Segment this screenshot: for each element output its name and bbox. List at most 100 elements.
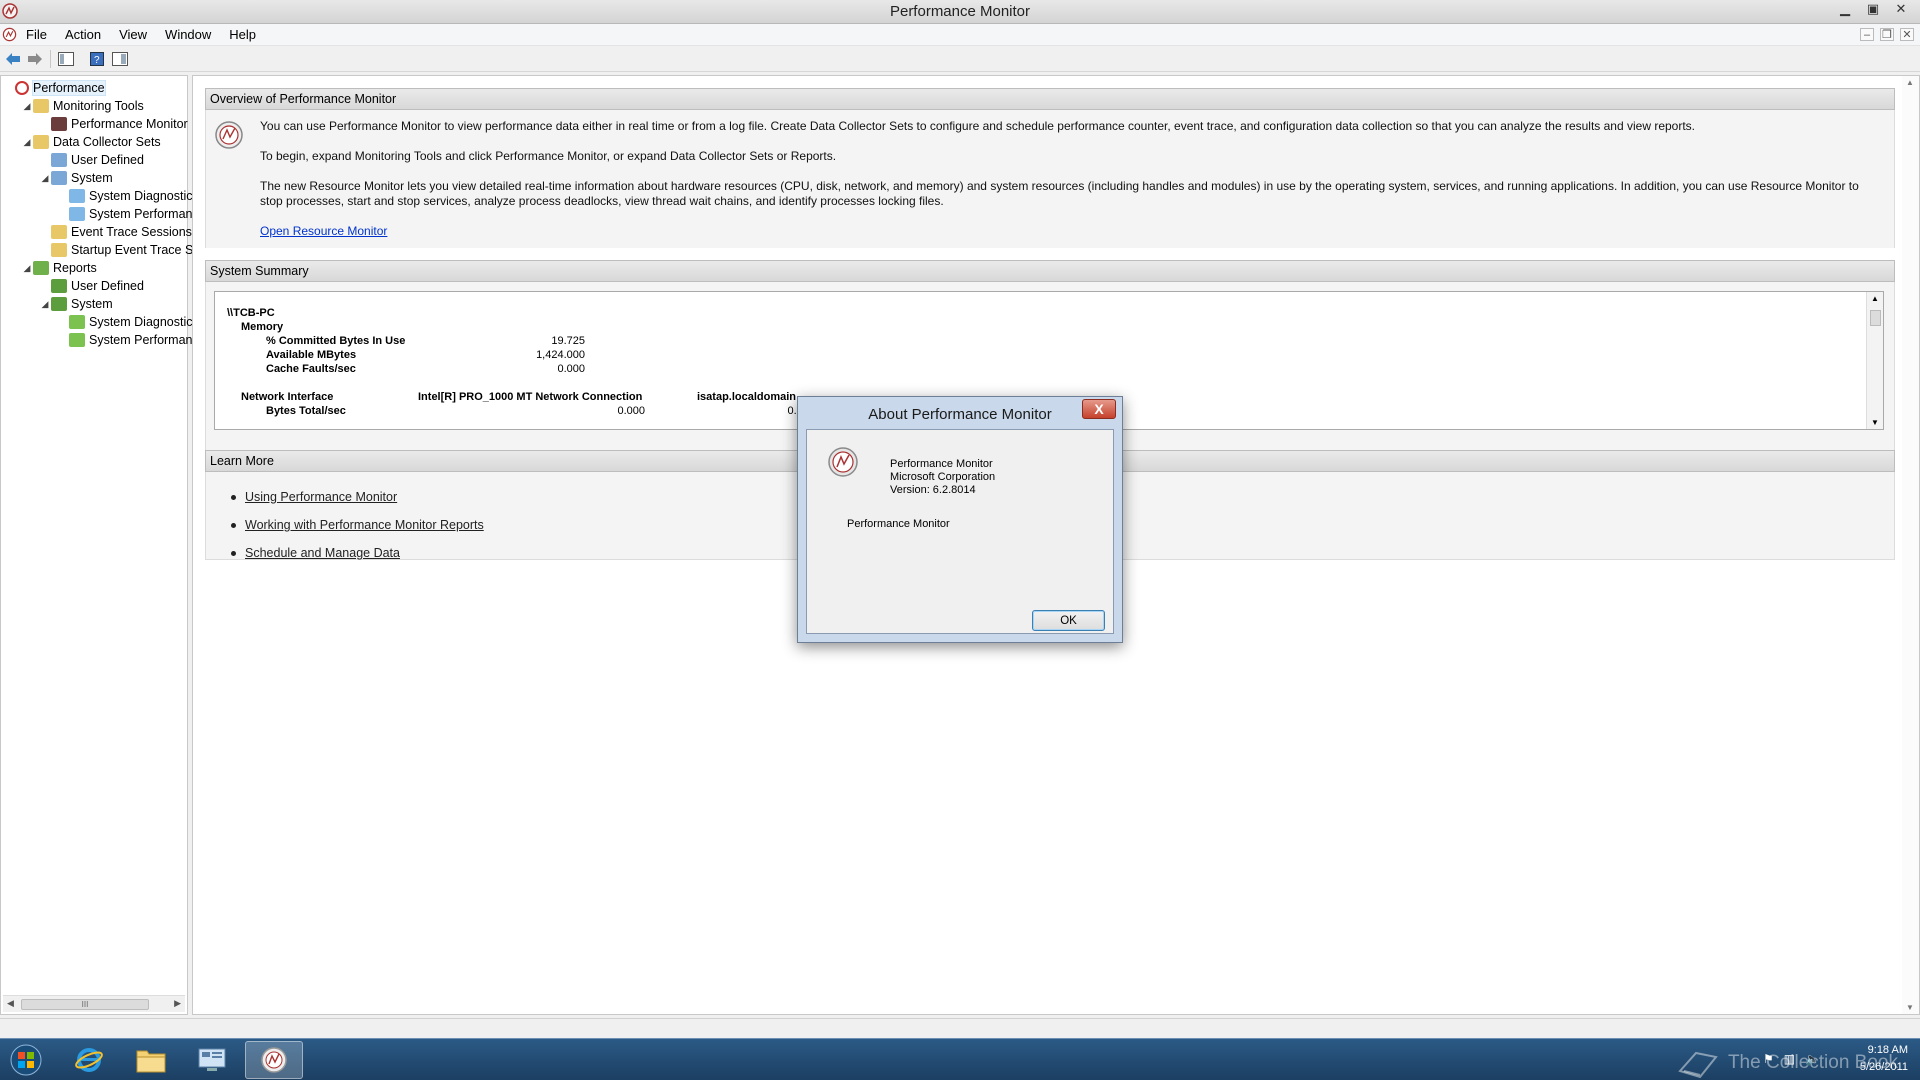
tree-item-label: Performance Monitor [71,117,188,131]
tree-item[interactable]: System Performanc [57,205,199,223]
book-watermark-icon [1678,1051,1718,1079]
machine-name: \\TCB-PC [227,307,275,319]
taskbar-file-explorer[interactable] [122,1041,180,1079]
tree-item[interactable]: Startup Event Trace Ses [39,241,207,259]
learn-more-item: Working with Performance Monitor Reports [231,518,484,532]
tree-expander-icon[interactable]: ◢ [21,263,33,274]
tree-expander-icon[interactable]: ◢ [21,101,33,112]
tree-expander-icon[interactable]: ◢ [21,137,33,148]
help-icon: ? [90,51,104,66]
learn-more-item: Using Performance Monitor [231,490,397,504]
working-with-reports-link[interactable]: Working with Performance Monitor Reports [245,518,484,532]
menu-file[interactable]: File [26,27,47,42]
about-dialog-body: Performance Monitor Microsoft Corporatio… [806,429,1114,634]
network-interface-category: Network Interface [241,391,334,403]
ok-button[interactable]: OK [1032,610,1105,631]
tree-item[interactable]: ◢ Monitoring Tools [21,97,144,115]
menu-action[interactable]: Action [65,27,101,42]
tree-item-label: Event Trace Sessions [71,225,192,239]
tree-item[interactable]: ◢ System [39,169,113,187]
tree-item[interactable]: System Diagnostics [57,187,199,205]
tree-item[interactable]: ◢ Data Collector Sets [21,133,161,151]
help-button[interactable]: ? [88,50,106,67]
user-set-icon [51,153,67,167]
schedule-and-manage-data-link[interactable]: Schedule and Manage Data [245,546,400,560]
main-scroll-up-icon[interactable]: ▲ [1906,78,1914,87]
folder-tools-icon [33,99,49,113]
taskbar-internet-explorer[interactable] [60,1041,118,1079]
volume-icon[interactable]: 🔈 [1805,1052,1820,1066]
system-summary-header[interactable]: System Summary [205,260,1895,282]
value-committed-bytes: 19.725 [551,335,585,347]
report-perf-icon [69,333,85,347]
report-system-icon [51,297,67,311]
startup-trace-icon [51,243,67,257]
scroll-right-icon[interactable]: ▶ [174,998,181,1009]
tree-item-label: System [71,171,113,185]
menu-view[interactable]: View [119,27,147,42]
tree-item-label: System Diagnostics [89,189,199,203]
learn-more-item: Schedule and Manage Data [231,546,400,560]
mdi-close-button[interactable]: ✕ [1900,28,1914,41]
menu-help[interactable]: Help [229,27,256,42]
using-performance-monitor-link[interactable]: Using Performance Monitor [245,490,397,504]
show-hide-action-pane-button[interactable] [111,50,129,67]
tree-item[interactable]: ◢ System [39,295,113,313]
tree-scroll-thumb[interactable]: III [21,999,149,1010]
overview-paragraph-1: You can use Performance Monitor to view … [260,119,1696,133]
console-tree: Performance ◢ Monitoring Tools Performance … [0,75,207,1015]
counter-cache-faults: Cache Faults/sec [266,363,356,375]
overview-body: You can use Performance Monitor to view … [205,110,1895,248]
tree-item[interactable]: Performance Monitor [39,115,188,133]
tree-item[interactable]: System Performanc [57,331,199,349]
diag-set-icon [69,189,85,203]
maximize-button[interactable]: ▣ [1860,0,1886,18]
perf-monitor-menu-icon[interactable] [2,27,17,42]
dialog-close-button[interactable]: X [1082,399,1116,419]
system-set-icon [51,171,67,185]
summary-scroll-thumb[interactable] [1870,310,1881,326]
summary-vertical-scrollbar[interactable]: ▲ ▼ [1866,292,1883,429]
show-hide-console-tree-button[interactable] [57,50,75,67]
main-scroll-down-icon[interactable]: ▼ [1906,1003,1914,1012]
counter-bytes-total: Bytes Total/sec [266,405,346,417]
tree-expander-icon[interactable]: ◢ [39,173,51,184]
status-bar [0,1018,1920,1038]
tree-item[interactable]: Performance [3,79,106,97]
start-button[interactable] [2,1041,50,1079]
action-center-flag-icon[interactable]: ⚑ [1763,1052,1774,1066]
mdi-restore-button[interactable]: ❐ [1880,28,1894,41]
scroll-up-icon[interactable]: ▲ [1871,294,1879,303]
scroll-left-icon[interactable]: ◀ [7,998,14,1009]
overview-header[interactable]: Overview of Performance Monitor [205,88,1895,110]
tree-item[interactable]: System Diagnostics [57,313,199,331]
main-vertical-scrollbar[interactable]: ▲ ▼ [1902,76,1919,1014]
open-resource-monitor-link[interactable]: Open Resource Monitor [260,224,387,239]
tree-horizontal-scrollbar[interactable]: ◀ III ▶ [3,995,185,1012]
taskbar-performance-monitor[interactable] [245,1041,303,1079]
close-window-button[interactable]: ✕ [1888,0,1914,18]
tree-item[interactable]: User Defined [39,277,144,295]
tree-item[interactable]: Event Trace Sessions [39,223,192,241]
minimize-button[interactable]: ▁ [1832,0,1858,18]
mdi-minimize-button[interactable]: – [1860,28,1874,41]
network-icon[interactable]: ▥ [1784,1052,1795,1066]
tree-item-label: System Performanc [89,333,199,347]
menu-window[interactable]: Window [165,27,211,42]
computer-management-icon [198,1048,226,1071]
about-dialog-title: About Performance Monitor [868,406,1052,423]
scroll-down-icon[interactable]: ▼ [1871,418,1879,427]
forward-button[interactable] [26,50,44,67]
tree-item-label: User Defined [71,153,144,167]
back-button[interactable] [4,50,22,67]
menu-bar: File Action View Window Help – ❐ ✕ [0,24,1920,46]
taskbar-control-panel[interactable] [183,1041,241,1079]
system-tray: ⚑ ▥ 🔈 [1763,1052,1820,1066]
tree-item[interactable]: ◢ Reports [21,259,97,277]
windows-orb-icon [10,1044,42,1076]
tree-expander-icon[interactable]: ◢ [39,299,51,310]
network-adapter-name: Intel[R] PRO_1000 MT Network Connection [418,391,643,403]
clock[interactable]: 9:18 AM 5/26/2011 [1860,1042,1908,1076]
perf-icon [15,81,29,95]
tree-item[interactable]: User Defined [39,151,144,169]
